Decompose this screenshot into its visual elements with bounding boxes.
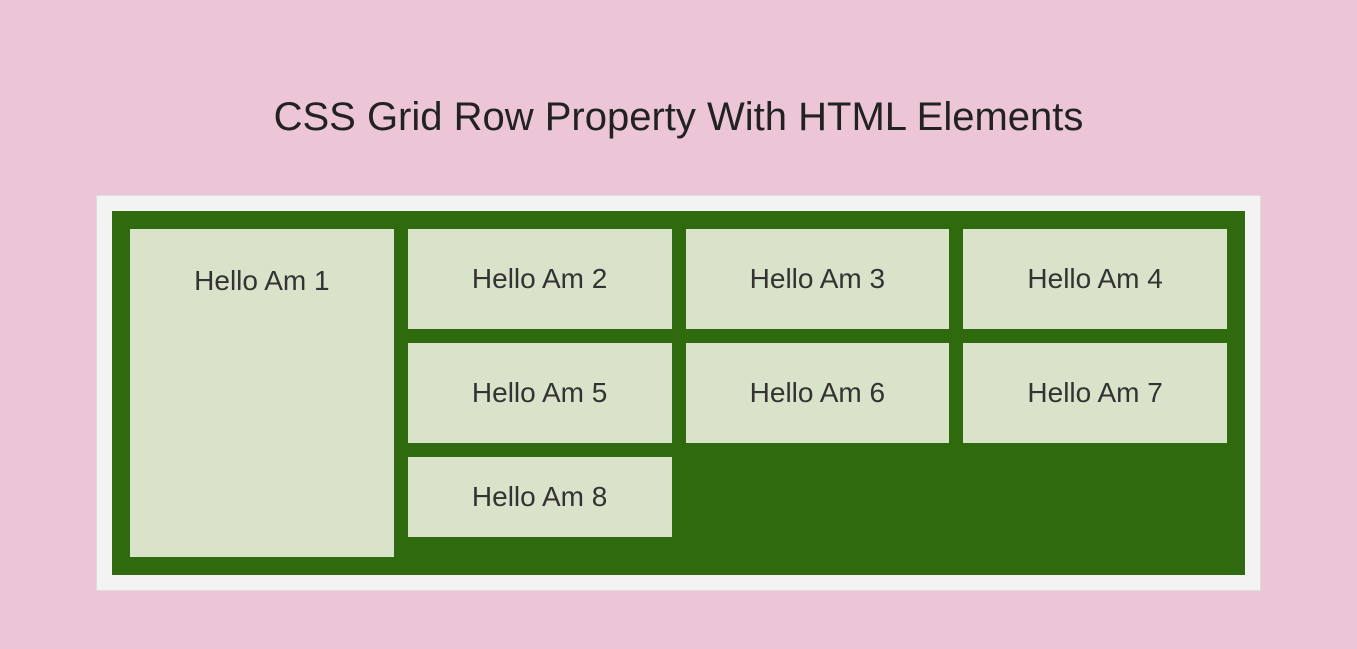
- grid-cell-7: Hello Am 7: [963, 343, 1227, 443]
- grid-cell-6: Hello Am 6: [686, 343, 950, 443]
- grid-cell-4: Hello Am 4: [963, 229, 1227, 329]
- grid-container: Hello Am 1 Hello Am 2 Hello Am 3 Hello A…: [112, 211, 1245, 575]
- grid-cell-1: Hello Am 1: [130, 229, 394, 557]
- grid-cell-8: Hello Am 8: [408, 457, 672, 537]
- grid-cell-2: Hello Am 2: [408, 229, 672, 329]
- outer-container: Hello Am 1 Hello Am 2 Hello Am 3 Hello A…: [96, 195, 1261, 591]
- grid-cell-5: Hello Am 5: [408, 343, 672, 443]
- page-title: CSS Grid Row Property With HTML Elements: [0, 95, 1357, 140]
- grid-cell-3: Hello Am 3: [686, 229, 950, 329]
